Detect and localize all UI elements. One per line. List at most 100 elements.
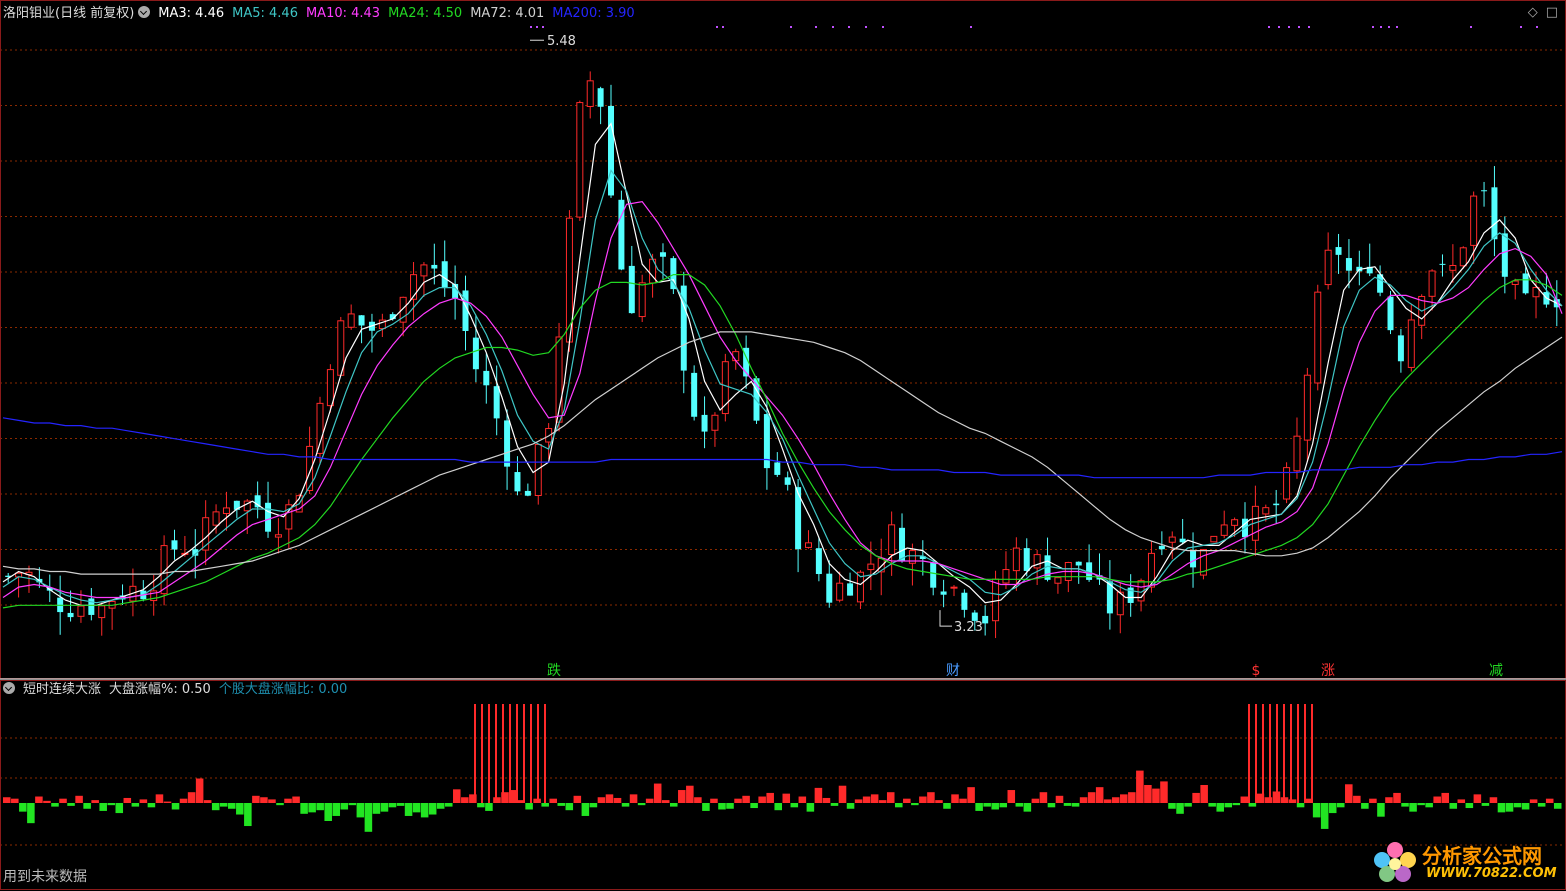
bar-up	[35, 796, 43, 803]
bar-down	[1063, 803, 1072, 806]
event-marker: 减	[1489, 663, 1503, 679]
bar-up	[710, 798, 718, 803]
bar-down	[637, 803, 646, 806]
candle-body-up	[888, 524, 896, 555]
bar-down	[806, 803, 815, 812]
bar-down	[19, 803, 27, 812]
bar-up	[1039, 792, 1048, 803]
dot-mark	[832, 26, 834, 28]
candle-body-up	[274, 534, 282, 538]
bar-up	[1457, 799, 1466, 803]
dot-mark	[1308, 26, 1310, 28]
bar-down	[1521, 803, 1530, 810]
bar-up	[1393, 792, 1401, 803]
future-data-note: 用到未来数据	[3, 869, 87, 885]
bar-down	[846, 803, 855, 809]
candle-body-down	[504, 420, 511, 467]
ma3-line	[2, 122, 1563, 606]
main-chart-header: 洛阳钼业(日线 前复权) MA3: 4.46 MA5: 4.46 MA10: 4.43…	[3, 6, 643, 22]
square-icon[interactable]: □	[1546, 5, 1558, 20]
bar-up	[838, 785, 847, 803]
dot-mark	[882, 26, 884, 28]
ma24-label: MA24: 4.50	[388, 6, 463, 21]
candle-body-up	[1293, 435, 1301, 472]
candle-body-up	[222, 507, 230, 515]
bar-up	[1489, 797, 1498, 803]
bar-down	[236, 803, 244, 815]
chart-canvas: 5.48 3.23 跌 财 $ 涨 减	[0, 0, 1566, 890]
dot-mark	[1268, 26, 1270, 28]
spike-bar	[523, 704, 525, 803]
bar-down	[774, 803, 782, 811]
bar-up	[1128, 792, 1136, 803]
bar-down	[750, 803, 758, 809]
bar-down	[171, 803, 180, 810]
bar-up	[1160, 781, 1168, 803]
bar-up	[1103, 799, 1112, 803]
bar-up	[155, 794, 164, 803]
spike-bar	[516, 704, 518, 803]
bar-up	[1433, 796, 1441, 803]
bar-up	[1369, 798, 1377, 803]
sub-panel-border	[0, 680, 1566, 890]
bar-down	[991, 803, 999, 810]
bar-up	[163, 801, 172, 803]
settings-toggle-icon[interactable]	[138, 6, 151, 18]
ma200-label: MA200: 3.90	[552, 6, 635, 21]
bar-up	[903, 798, 911, 803]
bar-down	[380, 803, 389, 812]
bar-up	[951, 794, 959, 803]
bar-down	[669, 803, 678, 807]
bar-up	[3, 797, 11, 803]
diamond-icon[interactable]: ◇	[1528, 5, 1538, 20]
spike-bar	[544, 704, 546, 803]
candle-body-down	[680, 285, 687, 371]
dot-mark	[1388, 26, 1390, 28]
main-panel-border	[0, 0, 1566, 679]
candle-body-up	[1449, 264, 1457, 271]
bar-down	[1248, 803, 1257, 807]
bar-down	[1537, 803, 1546, 807]
top-dot-marks	[530, 26, 1538, 28]
bar-down	[420, 803, 429, 818]
bar-down	[51, 803, 59, 807]
bar-down	[1184, 803, 1192, 807]
bar-down	[485, 803, 493, 811]
bar-up	[1353, 795, 1361, 803]
bar-up	[886, 792, 895, 803]
bar-down	[428, 803, 437, 815]
bar-down	[1047, 803, 1056, 808]
corner-toolbar: ◇ □	[1520, 5, 1558, 20]
bar-up	[1079, 797, 1088, 803]
candle-body-up	[1324, 249, 1332, 286]
bar-up	[629, 794, 638, 803]
candle-body-down	[597, 88, 604, 107]
bar-down	[1015, 803, 1024, 807]
ma5-label: MA5: 4.46	[232, 6, 298, 21]
candle-body-down	[67, 612, 74, 618]
bar-down	[1168, 803, 1176, 809]
bar-up	[179, 798, 188, 803]
bar-up	[1111, 797, 1120, 803]
bar-up	[1136, 770, 1144, 803]
bar-down	[67, 803, 75, 806]
bar-up	[1441, 792, 1449, 803]
bar-up	[43, 800, 51, 803]
bar-up	[742, 795, 750, 803]
spike-bar	[495, 704, 497, 803]
bar-down	[1328, 803, 1337, 814]
bar-down	[999, 803, 1008, 808]
bar-up	[1144, 785, 1152, 803]
spike-bar	[1248, 704, 1250, 803]
bar-down	[115, 803, 124, 814]
candle-body-up	[1459, 247, 1467, 267]
candle-body-down	[628, 265, 635, 314]
ma10-label: MA10: 4.43	[305, 6, 381, 21]
bar-down	[1513, 803, 1522, 808]
candle-body-down	[493, 386, 500, 419]
bar-down	[1465, 803, 1474, 809]
bar-up	[1120, 794, 1128, 803]
indicator-toggle-icon[interactable]	[3, 682, 15, 694]
bar-down	[1023, 803, 1032, 812]
candle-body-down	[171, 540, 178, 550]
